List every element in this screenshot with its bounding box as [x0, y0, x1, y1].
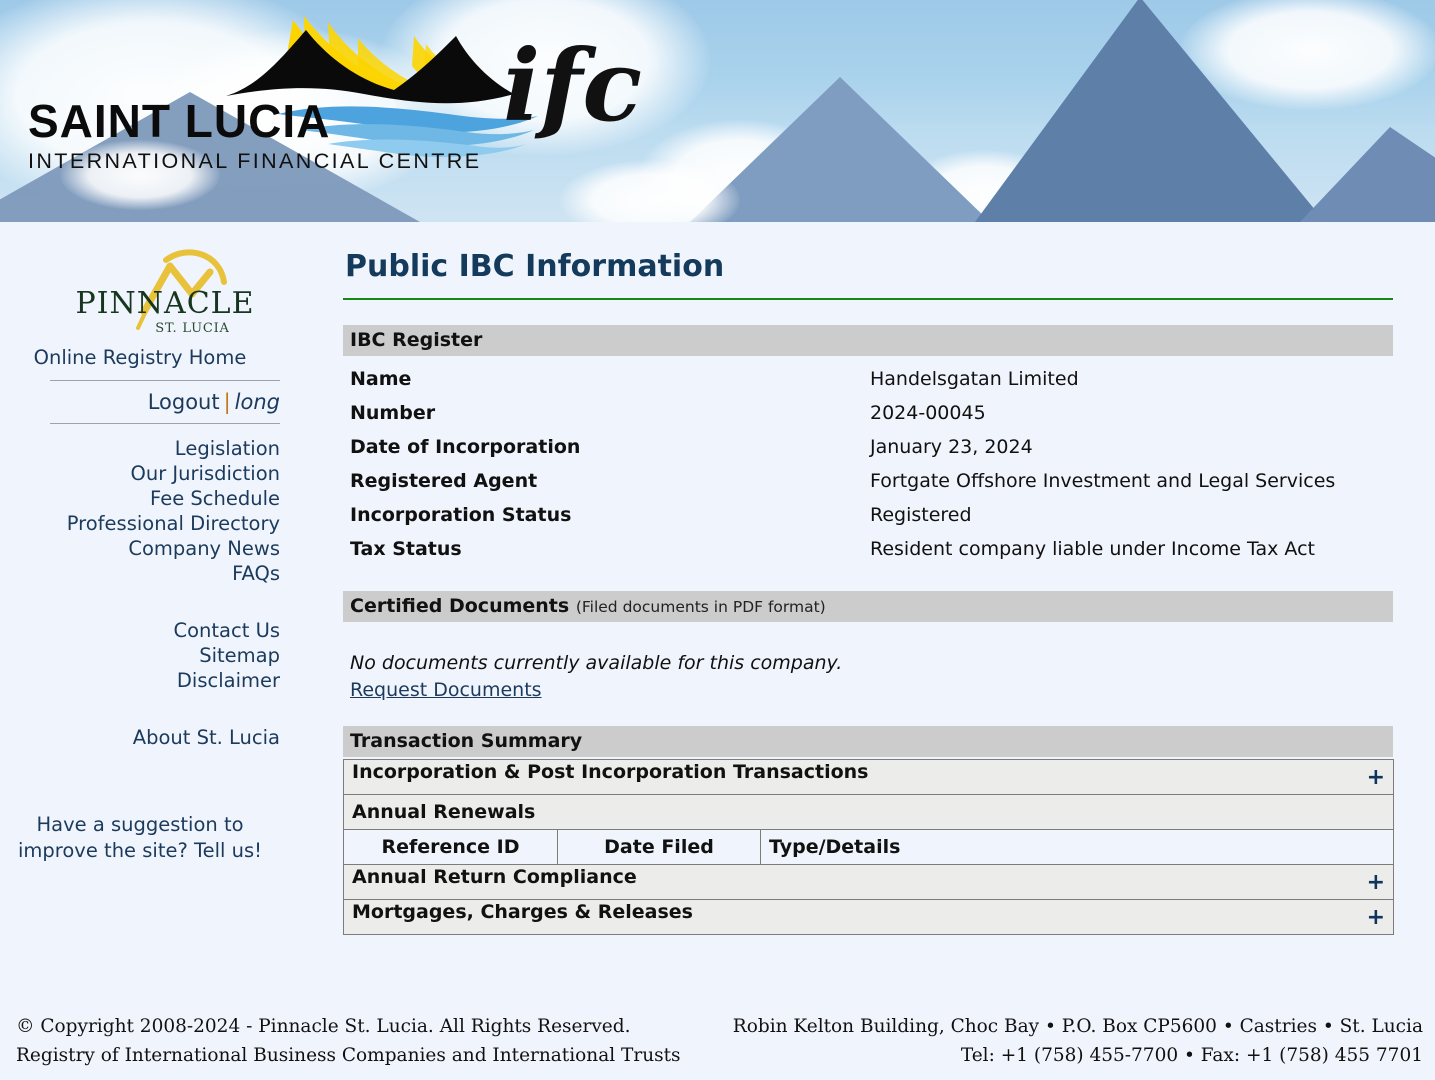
sidebar-item-our-jurisdiction[interactable]: Our Jurisdiction	[0, 461, 300, 486]
field-value: Resident company liable under Income Tax…	[870, 538, 1315, 560]
sidebar-item-legislation[interactable]: Legislation	[0, 436, 300, 461]
sidebar-nav-secondary: Contact Us Sitemap Disclaimer	[0, 618, 300, 693]
register-row-date-of-incorporation: Date of Incorporation January 23, 2024	[343, 430, 1393, 464]
footer-address: Robin Kelton Building, Choc Bay • P.O. B…	[733, 1012, 1423, 1070]
current-username: long	[234, 390, 280, 414]
field-label: Date of Incorporation	[350, 436, 581, 458]
field-value: Registered	[870, 504, 972, 526]
sidebar-divider-bottom	[50, 423, 280, 424]
certified-documents-body: No documents currently available for thi…	[343, 652, 1393, 701]
section-title-ibc-register: IBC Register	[350, 329, 483, 351]
field-value: Handelsgatan Limited	[870, 368, 1079, 390]
register-row-incorporation-status: Incorporation Status Registered	[343, 498, 1393, 532]
ifc-monogram: ifc	[503, 29, 643, 144]
register-row-number: Number 2024-00045	[343, 396, 1393, 430]
sidebar-nav-primary: Legislation Our Jurisdiction Fee Schedul…	[0, 436, 300, 586]
register-row-name: Name Handelsgatan Limited	[343, 362, 1393, 396]
footer-copyright-line2: Registry of International Business Compa…	[16, 1045, 681, 1066]
ibc-register-fields: Name Handelsgatan Limited Number 2024-00…	[343, 362, 1393, 566]
suggestion-line2: improve the site? Tell us!	[18, 839, 262, 862]
txn-group-label: Mortgages, Charges & Releases	[352, 900, 693, 923]
field-label: Number	[350, 402, 436, 424]
sidebar-item-faqs[interactable]: FAQs	[0, 561, 300, 586]
no-documents-message: No documents currently available for thi…	[350, 652, 843, 674]
txn-group-incorporation-transactions[interactable]: + Incorporation & Post Incorporation Tra…	[342, 759, 1395, 795]
field-value: January 23, 2024	[870, 436, 1033, 458]
expand-plus-icon[interactable]: +	[1367, 761, 1385, 794]
table-header-row: Reference ID Date Filed Type/Details	[343, 829, 1395, 865]
banner-wordmark: SAINT LUCIA INTERNATIONAL FINANCIAL CENT…	[28, 98, 481, 173]
sidebar-item-about-st-lucia[interactable]: About St. Lucia	[0, 725, 300, 750]
site-footer: © Copyright 2008-2024 - Pinnacle St. Luc…	[0, 1000, 1435, 1080]
pinnacle-wordmark: PINNACLE	[75, 286, 255, 321]
sidebar-item-professional-directory[interactable]: Professional Directory	[0, 511, 300, 536]
suggestion-prompt[interactable]: Have a suggestion to improve the site? T…	[0, 812, 300, 864]
sidebar: PINNACLE ST. LUCIA Online Registry Home …	[0, 222, 300, 864]
txn-group-annual-return-compliance[interactable]: + Annual Return Compliance	[342, 864, 1395, 900]
sidebar-item-disclaimer[interactable]: Disclaimer	[0, 668, 300, 693]
field-label: Registered Agent	[350, 470, 538, 492]
txn-group-label: Annual Renewals	[352, 801, 536, 823]
sidebar-item-online-registry-home[interactable]: Online Registry Home	[0, 345, 300, 370]
pinnacle-subwordmark: ST. LUCIA	[155, 321, 230, 336]
logout-row: Logout | long	[0, 381, 300, 423]
request-documents-link[interactable]: Request Documents	[350, 679, 542, 701]
banner-title-line1: SAINT LUCIA	[28, 95, 331, 147]
column-header-date-filed: Date Filed	[557, 829, 761, 865]
table-row[interactable]: + Incorporation & Post Incorporation Tra…	[342, 759, 1395, 795]
section-subtitle-certified-documents: (Filed documents in PDF format)	[575, 598, 826, 616]
sidebar-item-sitemap[interactable]: Sitemap	[0, 643, 300, 668]
site-banner: SAINT LUCIA INTERNATIONAL FINANCIAL CENT…	[0, 0, 1435, 222]
column-header-reference-id: Reference ID	[343, 829, 558, 865]
field-value: Fortgate Offshore Investment and Legal S…	[870, 470, 1336, 492]
footer-copyright-line1: © Copyright 2008-2024 - Pinnacle St. Luc…	[16, 1016, 631, 1037]
footer-address-line2: Tel: +1 (758) 455-7700 • Fax: +1 (758) 4…	[960, 1045, 1423, 1066]
page-body: PINNACLE ST. LUCIA Online Registry Home …	[0, 222, 1435, 1080]
txn-group-label: Annual Return Compliance	[352, 865, 637, 888]
sidebar-item-company-news[interactable]: Company News	[0, 536, 300, 561]
expand-plus-icon[interactable]: +	[1367, 866, 1385, 899]
banner-title-line2: INTERNATIONAL FINANCIAL CENTRE	[28, 149, 482, 173]
transaction-summary-table: + Incorporation & Post Incorporation Tra…	[342, 759, 1395, 935]
field-label: Name	[350, 368, 412, 390]
txn-group-label: Incorporation & Post Incorporation Trans…	[352, 760, 869, 783]
field-label: Tax Status	[350, 538, 462, 560]
logout-link[interactable]: Logout	[148, 390, 220, 414]
page-title: Public IBC Information	[345, 249, 725, 284]
piton-mountain	[690, 77, 990, 222]
sidebar-nav-tertiary: About St. Lucia	[0, 725, 300, 750]
table-row[interactable]: + Annual Return Compliance	[342, 864, 1395, 900]
section-header-transaction-summary: Transaction Summary	[343, 726, 1393, 757]
title-underline	[343, 298, 1393, 300]
table-row[interactable]: + Mortgages, Charges & Releases	[342, 899, 1395, 935]
piton-mountain	[975, 0, 1325, 222]
main-content: Public IBC Information IBC Register Name…	[342, 222, 1395, 935]
table-row[interactable]: Annual Renewals	[342, 794, 1395, 830]
section-title-certified-documents: Certified Documents	[350, 595, 570, 617]
sidebar-item-contact-us[interactable]: Contact Us	[0, 618, 300, 643]
field-label: Incorporation Status	[350, 504, 572, 526]
pinnacle-logo[interactable]: PINNACLE ST. LUCIA	[70, 242, 260, 337]
sidebar-item-fee-schedule[interactable]: Fee Schedule	[0, 486, 300, 511]
section-title-transaction-summary: Transaction Summary	[350, 730, 583, 752]
section-header-certified-documents: Certified Documents (Filed documents in …	[343, 591, 1393, 622]
suggestion-line1: Have a suggestion to	[36, 813, 244, 836]
txn-group-mortgages-charges-releases[interactable]: + Mortgages, Charges & Releases	[342, 899, 1395, 935]
expand-plus-icon[interactable]: +	[1367, 901, 1385, 934]
piton-mountain	[1300, 127, 1435, 222]
register-row-registered-agent: Registered Agent Fortgate Offshore Inves…	[343, 464, 1393, 498]
field-value: 2024-00045	[870, 402, 986, 424]
section-header-ibc-register: IBC Register	[343, 325, 1393, 356]
footer-copyright: © Copyright 2008-2024 - Pinnacle St. Luc…	[16, 1012, 681, 1070]
footer-address-line1: Robin Kelton Building, Choc Bay • P.O. B…	[732, 1016, 1423, 1037]
column-header-type-details: Type/Details	[759, 829, 1395, 865]
txn-group-annual-renewals[interactable]: Annual Renewals	[342, 794, 1395, 830]
logout-separator: |	[223, 390, 231, 414]
register-row-tax-status: Tax Status Resident company liable under…	[343, 532, 1393, 566]
